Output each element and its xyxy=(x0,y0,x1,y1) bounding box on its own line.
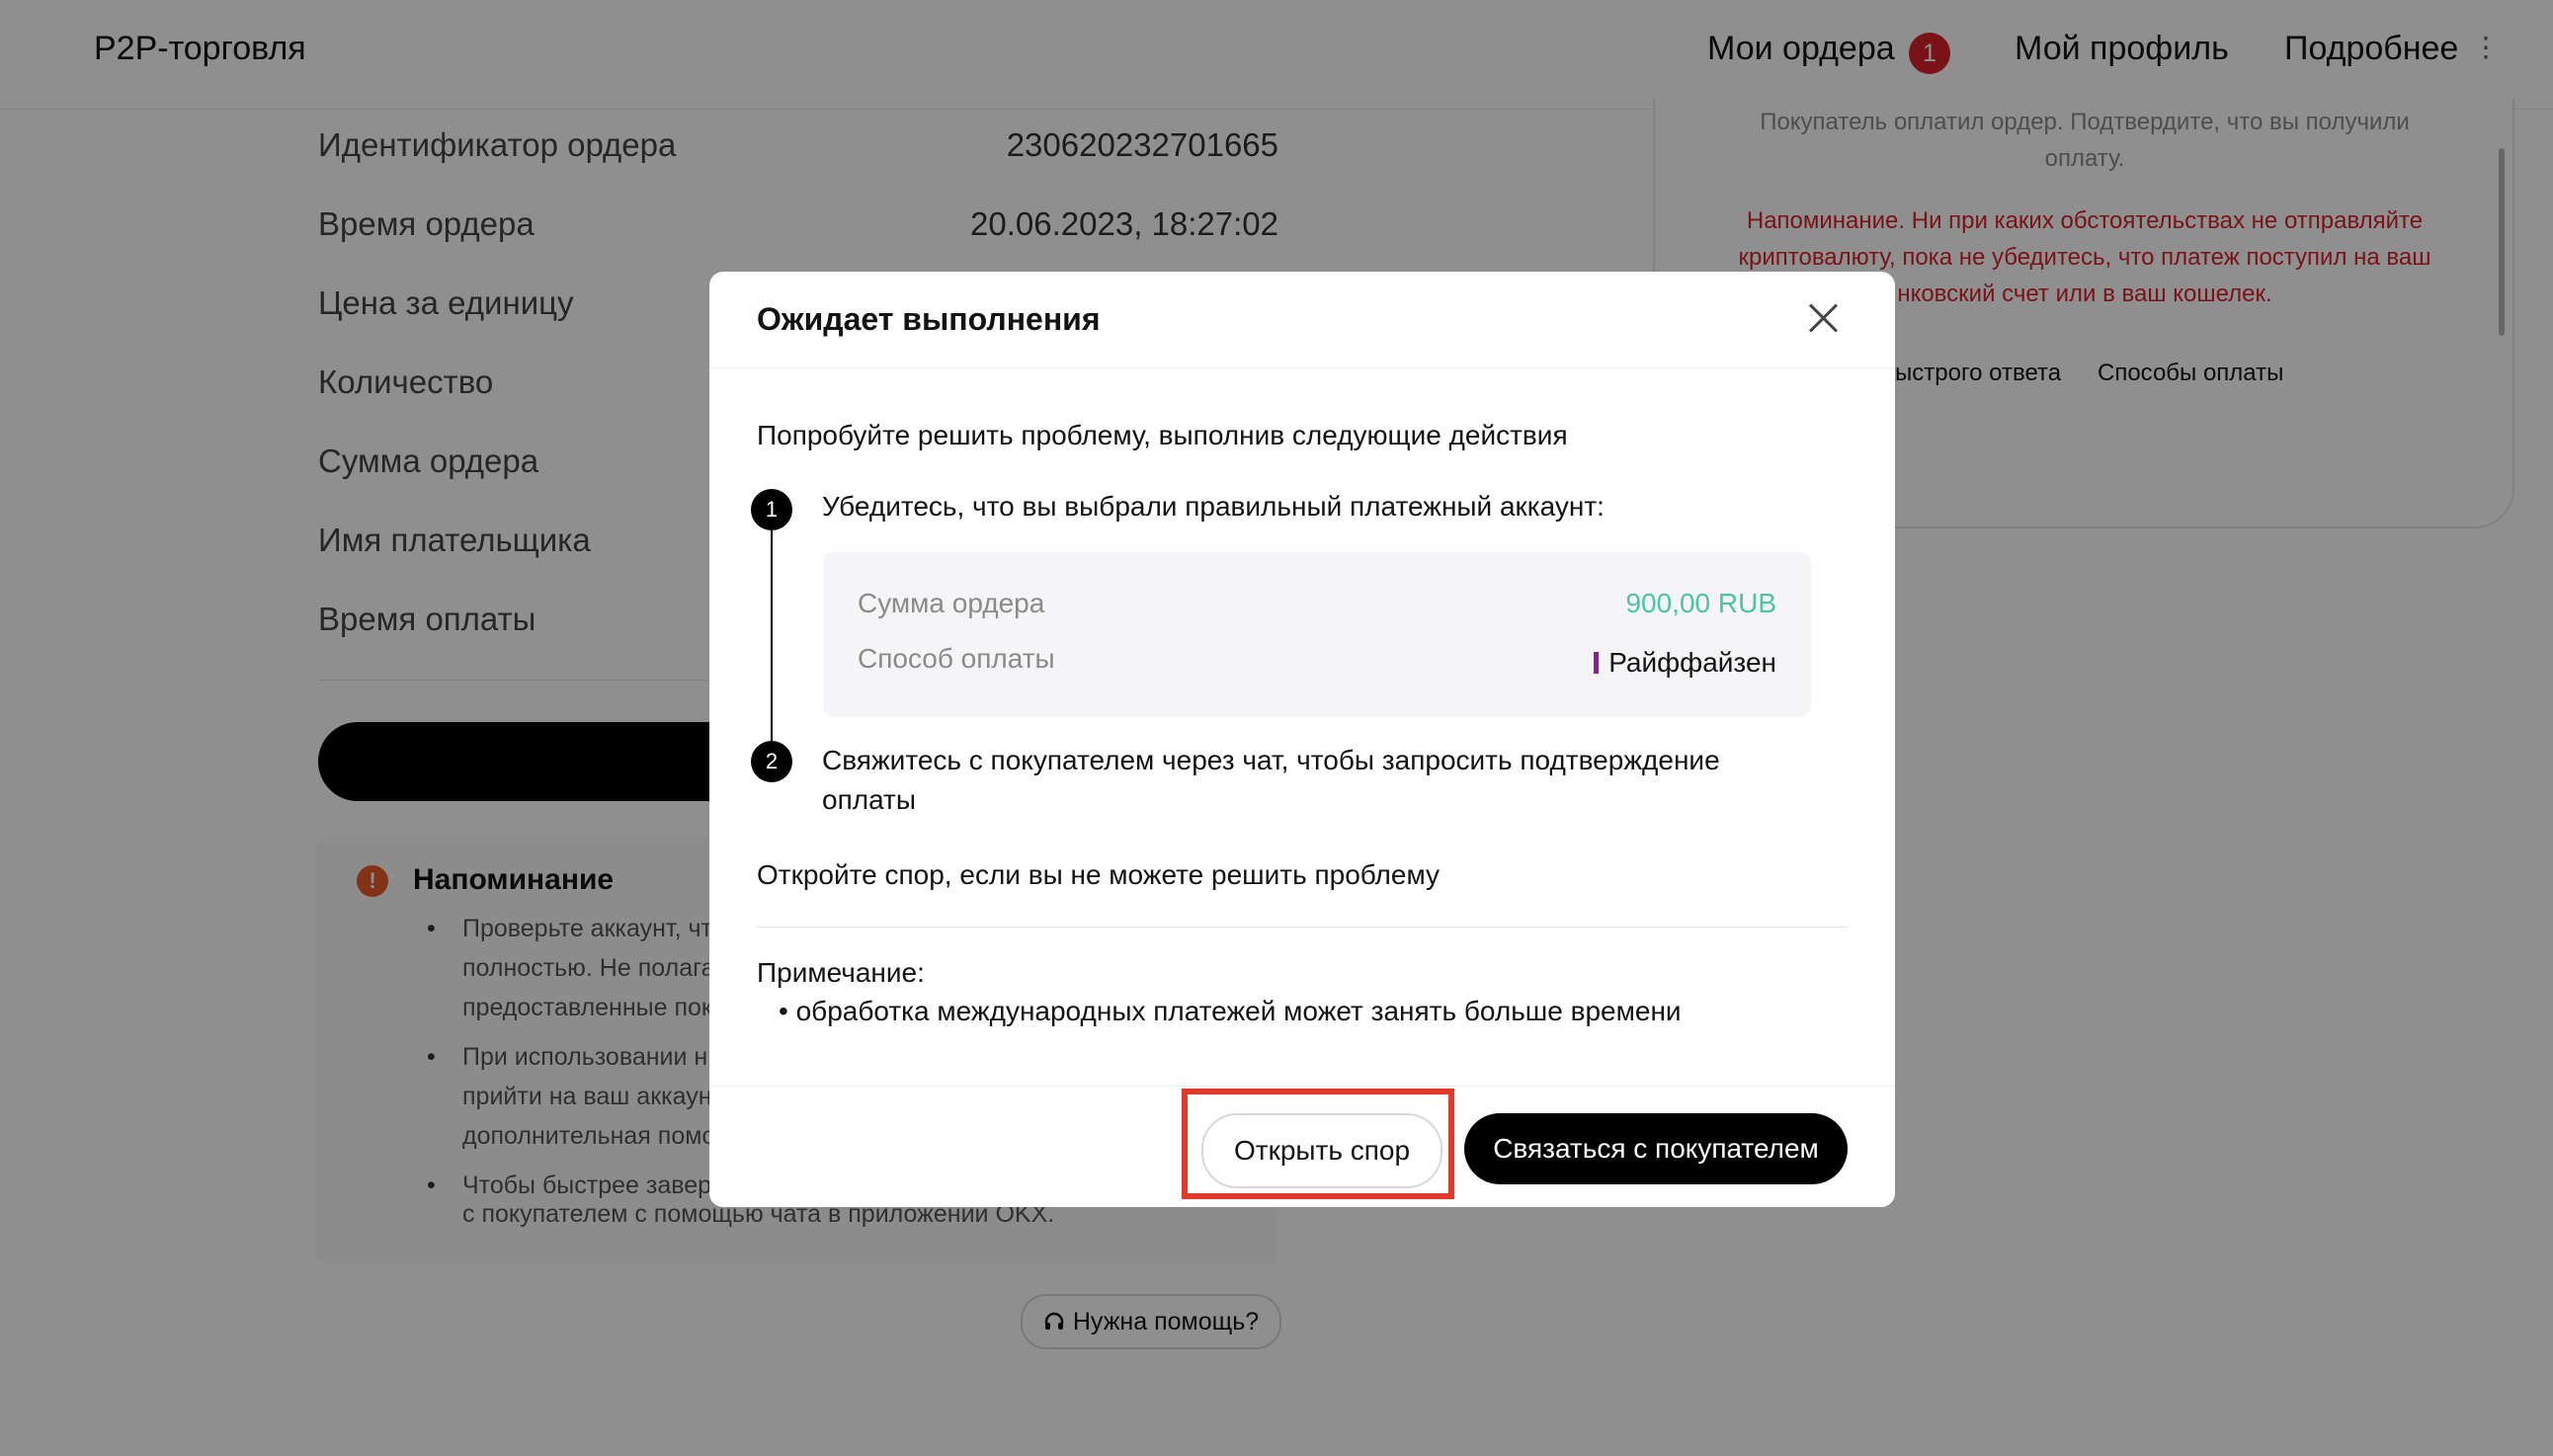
highlight-frame xyxy=(1182,1089,1454,1199)
payment-method-label: Способ оплаты xyxy=(858,643,1055,674)
step-number-2: 2 xyxy=(751,741,792,782)
step-number-1: 1 xyxy=(751,489,792,530)
steps-connector xyxy=(771,526,773,756)
bank-color-mark xyxy=(1594,652,1600,674)
contact-buyer-button[interactable]: Связаться с покупателем xyxy=(1464,1113,1848,1184)
dialog-intro: Попробуйте решить проблему, выполнив сле… xyxy=(757,420,1568,450)
dialog-footer-divider xyxy=(709,1086,1895,1087)
dispute-hint: Откройте спор, если вы не можете решить … xyxy=(757,859,1441,890)
note-divider xyxy=(757,927,1848,928)
payment-info-box: Сумма ордера 900,00 RUB Способ оплаты Ра… xyxy=(823,552,1811,716)
order-amount-value: 900,00 RUB xyxy=(1625,588,1776,618)
step-text-2: Свяжитесь с покупателем через чат, чтобы… xyxy=(822,745,1720,815)
pending-dialog: Ожидает выполнения Попробуйте решить про… xyxy=(709,272,1895,1207)
payment-method-value: Райффайзен xyxy=(1594,647,1776,679)
dialog-header-divider xyxy=(709,367,1895,368)
order-amount-label: Сумма ордера xyxy=(858,588,1045,618)
close-icon[interactable] xyxy=(1806,301,1840,335)
payment-method-name: Райффайзен xyxy=(1608,647,1776,678)
dialog-title: Ожидает выполнения xyxy=(757,301,1101,337)
note-item: • обработка международных платежей может… xyxy=(779,996,1682,1026)
note-title: Примечание: xyxy=(757,957,925,988)
step-text-1: Убедитесь, что вы выбрали правильный пла… xyxy=(822,491,1605,522)
